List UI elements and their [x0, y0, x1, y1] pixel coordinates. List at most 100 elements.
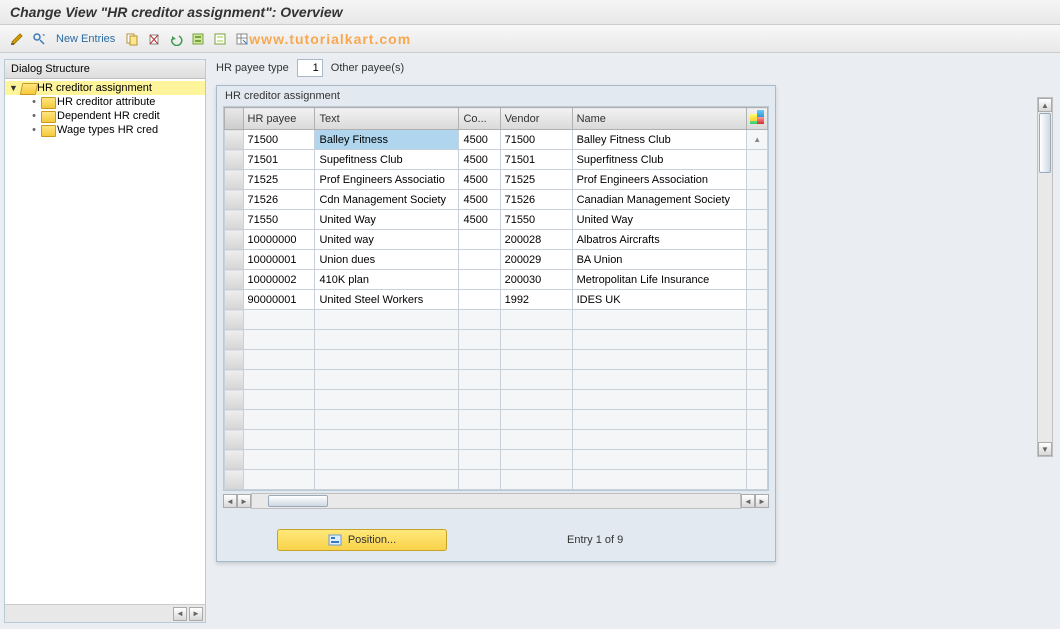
cell-hr_payee[interactable]: 10000000: [243, 230, 315, 250]
cell-empty[interactable]: [315, 430, 459, 450]
cell-empty[interactable]: [500, 390, 572, 410]
cell-empty[interactable]: [459, 410, 500, 430]
table-row-empty[interactable]: [225, 350, 768, 370]
cell-empty[interactable]: [572, 470, 747, 490]
row-selector[interactable]: [225, 450, 244, 470]
row-selector[interactable]: [225, 210, 244, 230]
row-selector[interactable]: [225, 470, 244, 490]
cell-empty[interactable]: [500, 430, 572, 450]
search-advanced-icon[interactable]: [30, 30, 48, 48]
row-selector[interactable]: [225, 130, 244, 150]
table-row-empty[interactable]: [225, 430, 768, 450]
vscroll-thumb[interactable]: [1039, 113, 1051, 173]
cell-empty[interactable]: [243, 330, 315, 350]
cell-text[interactable]: United Steel Workers: [315, 290, 459, 310]
tree-item[interactable]: •Wage types HR cred: [5, 123, 205, 137]
table-row[interactable]: 71525Prof Engineers Associatio450071525P…: [225, 170, 768, 190]
cell-empty[interactable]: [315, 350, 459, 370]
cell-name[interactable]: BA Union: [572, 250, 747, 270]
cell-hr_payee[interactable]: 71550: [243, 210, 315, 230]
row-selector[interactable]: [225, 290, 244, 310]
cell-co[interactable]: 4500: [459, 170, 500, 190]
hscroll-right2-icon[interactable]: ►: [755, 494, 769, 508]
cell-vendor[interactable]: 71526: [500, 190, 572, 210]
table-corner[interactable]: [225, 108, 244, 130]
cell-co[interactable]: [459, 230, 500, 250]
table-row-empty[interactable]: [225, 310, 768, 330]
cell-co[interactable]: [459, 250, 500, 270]
col-name[interactable]: Name: [572, 108, 747, 130]
cell-empty[interactable]: [243, 370, 315, 390]
cell-empty[interactable]: [500, 470, 572, 490]
hscroll-left2-icon[interactable]: ►: [237, 494, 251, 508]
cell-empty[interactable]: [243, 450, 315, 470]
table-row-empty[interactable]: [225, 330, 768, 350]
cell-co[interactable]: 4500: [459, 130, 500, 150]
cell-empty[interactable]: [459, 390, 500, 410]
table-row-empty[interactable]: [225, 370, 768, 390]
col-vendor[interactable]: Vendor: [500, 108, 572, 130]
cell-text[interactable]: Balley Fitness: [315, 130, 459, 150]
configure-columns-icon[interactable]: [750, 110, 764, 124]
cell-hr_payee[interactable]: 71525: [243, 170, 315, 190]
row-selector[interactable]: [225, 190, 244, 210]
row-selector[interactable]: [225, 250, 244, 270]
cell-co[interactable]: [459, 270, 500, 290]
cell-empty[interactable]: [315, 410, 459, 430]
table-row[interactable]: 71526Cdn Management Society450071526Cana…: [225, 190, 768, 210]
col-text[interactable]: Text: [315, 108, 459, 130]
cell-empty[interactable]: [243, 390, 315, 410]
cell-vendor[interactable]: 71501: [500, 150, 572, 170]
cell-empty[interactable]: [243, 410, 315, 430]
tree-item[interactable]: ▼HR creditor assignment: [5, 81, 205, 95]
new-entries-button[interactable]: New Entries: [52, 33, 119, 45]
cell-empty[interactable]: [459, 310, 500, 330]
cell-empty[interactable]: [315, 310, 459, 330]
table-row-empty[interactable]: [225, 470, 768, 490]
toggle-display-change-icon[interactable]: [8, 30, 26, 48]
cell-empty[interactable]: [500, 310, 572, 330]
cell-empty[interactable]: [500, 370, 572, 390]
row-selector[interactable]: [225, 430, 244, 450]
cell-empty[interactable]: [572, 430, 747, 450]
table-row[interactable]: 90000001United Steel Workers 1992IDES UK: [225, 290, 768, 310]
cell-empty[interactable]: [572, 330, 747, 350]
cell-name[interactable]: United Way: [572, 210, 747, 230]
cell-co[interactable]: 4500: [459, 190, 500, 210]
cell-vendor[interactable]: 71550: [500, 210, 572, 230]
row-selector[interactable]: [225, 410, 244, 430]
col-hr-payee[interactable]: HR payee: [243, 108, 315, 130]
cell-text[interactable]: Prof Engineers Associatio: [315, 170, 459, 190]
select-all-icon[interactable]: [189, 30, 207, 48]
cell-empty[interactable]: [572, 370, 747, 390]
cell-empty[interactable]: [315, 390, 459, 410]
col-co[interactable]: Co...: [459, 108, 500, 130]
cell-name[interactable]: Balley Fitness Club: [572, 130, 747, 150]
undo-icon[interactable]: [167, 30, 185, 48]
cell-name[interactable]: Metropolitan Life Insurance: [572, 270, 747, 290]
hscroll-left-icon[interactable]: ◄: [223, 494, 237, 508]
cell-text[interactable]: Union dues: [315, 250, 459, 270]
cell-empty[interactable]: [459, 350, 500, 370]
cell-empty[interactable]: [500, 350, 572, 370]
position-button[interactable]: Position...: [277, 529, 447, 551]
cell-text[interactable]: United Way: [315, 210, 459, 230]
cell-text[interactable]: 410K plan: [315, 270, 459, 290]
table-row-empty[interactable]: [225, 410, 768, 430]
row-selector[interactable]: [225, 230, 244, 250]
cell-empty[interactable]: [572, 350, 747, 370]
row-selector[interactable]: [225, 330, 244, 350]
tree-item[interactable]: •Dependent HR credit: [5, 109, 205, 123]
cell-hr_payee[interactable]: 90000001: [243, 290, 315, 310]
cell-empty[interactable]: [572, 310, 747, 330]
cell-hr_payee[interactable]: 71501: [243, 150, 315, 170]
hr-payee-type-input[interactable]: [297, 59, 323, 77]
table-vscroll[interactable]: ▲ ▼: [1037, 97, 1053, 457]
cell-empty[interactable]: [459, 470, 500, 490]
cell-empty[interactable]: [459, 370, 500, 390]
vscroll-down-icon[interactable]: ▼: [1038, 442, 1052, 456]
copy-icon[interactable]: [123, 30, 141, 48]
cell-vendor[interactable]: 1992: [500, 290, 572, 310]
table-row[interactable]: 10000000United way200028Albatros Aircraf…: [225, 230, 768, 250]
cell-name[interactable]: IDES UK: [572, 290, 747, 310]
